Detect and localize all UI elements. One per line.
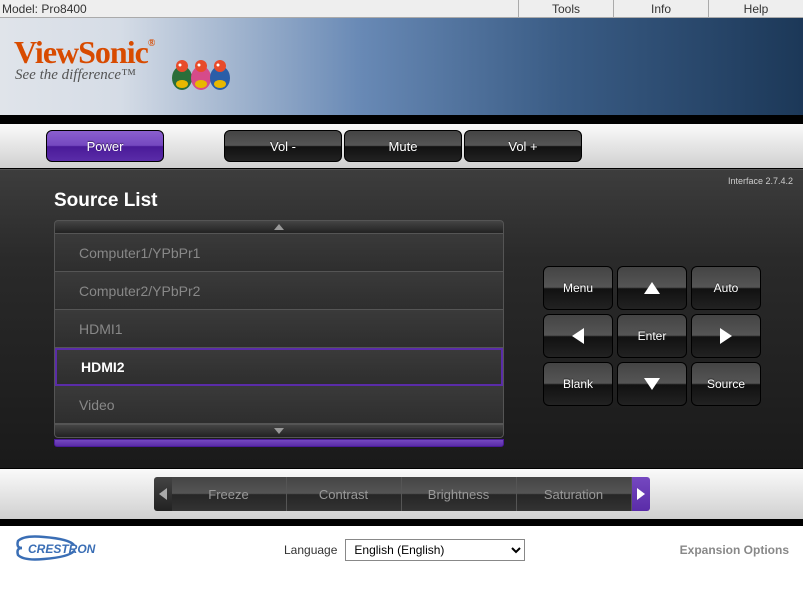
language-select[interactable]: English (English) [345,539,525,561]
triangle-down-icon [274,428,284,434]
tab[interactable]: Brightness [402,477,517,511]
auto-key[interactable]: Auto [691,266,761,310]
model-label: Model: Pro8400 [0,2,87,16]
svg-text:CRESTRON: CRESTRON [28,542,96,556]
tab[interactable]: Saturation [517,477,632,511]
birds-icon [166,48,236,99]
vol-down-button[interactable]: Vol - [224,130,342,162]
source-key[interactable]: Source [691,362,761,406]
left-key[interactable] [543,314,613,358]
reg-mark: ® [148,38,154,49]
blank-key[interactable]: Blank [543,362,613,406]
menu-info[interactable]: Info [613,0,708,17]
brand-name: ViewSonic [14,34,148,70]
header-band: ViewSonic® See the difference™ [0,18,803,116]
menu-key[interactable]: Menu [543,266,613,310]
source-item[interactable]: HDMI1 [55,310,503,348]
tabs-container: FreezeContrastBrightnessSaturation [172,477,632,511]
chevron-right-icon [637,488,645,500]
crestron-logo: CRESTRON [14,533,134,568]
source-list-container: Computer1/YPbPr1Computer2/YPbPr2HDMI1HDM… [54,220,504,447]
expansion-options[interactable]: Expansion Options [680,543,789,557]
source-list: Computer1/YPbPr1Computer2/YPbPr2HDMI1HDM… [54,234,504,424]
tab[interactable]: Freeze [172,477,287,511]
nav-keypad: Menu Auto Enter Blank Source [543,266,763,410]
arrow-right-icon [720,328,732,344]
tabs-next[interactable] [632,477,650,511]
arrow-left-icon [572,328,584,344]
tabs-bar: FreezeContrastBrightnessSaturation [0,468,803,520]
source-progress-bar [54,439,504,447]
enter-key[interactable]: Enter [617,314,687,358]
arrow-down-icon [644,378,660,390]
language-label: Language [284,543,337,557]
vol-up-button[interactable]: Vol + [464,130,582,162]
down-key[interactable] [617,362,687,406]
language-area: Language English (English) [284,539,525,561]
mute-button[interactable]: Mute [344,130,462,162]
tab[interactable]: Contrast [287,477,402,511]
up-key[interactable] [617,266,687,310]
right-key[interactable] [691,314,761,358]
interface-version: Interface 2.7.4.2 [728,176,793,186]
tabs-prev[interactable] [154,477,172,511]
chevron-left-icon [159,488,167,500]
triangle-up-icon [274,224,284,230]
source-item[interactable]: HDMI2 [55,348,503,386]
brand-tagline: See the difference™ [14,67,803,84]
source-scroll-up[interactable] [54,220,504,234]
source-item[interactable]: Video [55,386,503,424]
menu-tools[interactable]: Tools [518,0,613,17]
source-item[interactable]: Computer1/YPbPr1 [55,234,503,272]
source-list-title: Source List [0,170,803,220]
viewsonic-logo: ViewSonic® See the difference™ [0,18,803,84]
footer: CRESTRON Language English (English) Expa… [0,526,803,574]
toolbar: Power Vol - Mute Vol + [0,124,803,169]
source-item[interactable]: Computer2/YPbPr2 [55,272,503,310]
power-button[interactable]: Power [46,130,164,162]
menu-help[interactable]: Help [708,0,803,17]
arrow-up-icon [644,282,660,294]
top-menu-bar: Model: Pro8400 Tools Info Help [0,0,803,18]
source-scroll-down[interactable] [54,424,504,438]
main-panel: Interface 2.7.4.2 Source List Computer1/… [0,169,803,468]
